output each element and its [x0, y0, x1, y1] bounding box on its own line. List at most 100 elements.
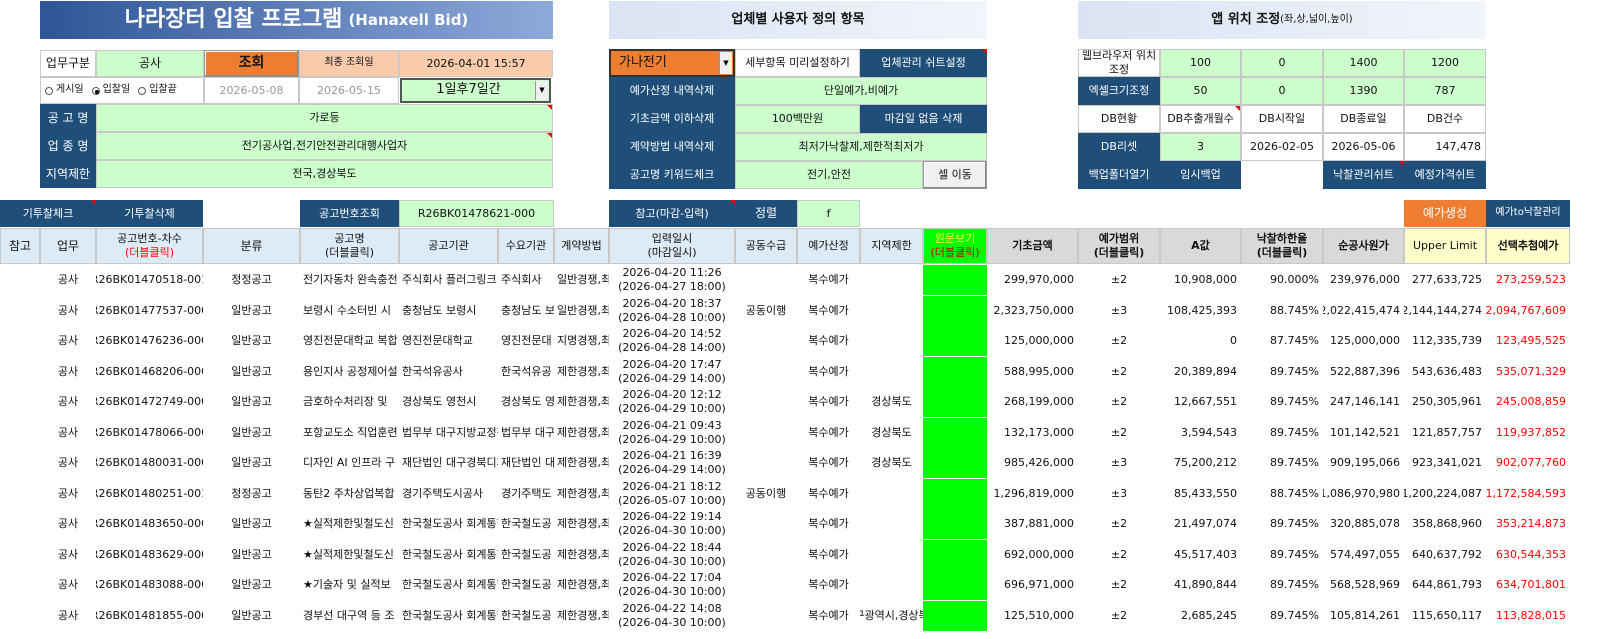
ref-deadline-button[interactable]: 참고(마감-입력): [609, 200, 735, 227]
table-row[interactable]: 공사 R26BK01476236-000 일반공고 영진전문대학교 복합 영진전문대학교…: [0, 326, 1600, 356]
cell-no[interactable]: R26BK01468206-000: [96, 357, 203, 387]
backup-folder-button[interactable]: 백업폴더열기: [1078, 161, 1160, 189]
table-row[interactable]: 공사 R26BK01483650-000 일반공고 ★실적제한및철도신 한국철도공사 회…: [0, 509, 1600, 539]
table-row[interactable]: 공사 R26BK01483629-000 일반공고 ★실적제한및철도신 한국철도공사 회…: [0, 539, 1600, 570]
cell-no[interactable]: R26BK01481855-000: [96, 601, 203, 631]
col-range[interactable]: 예가범위 (더블클릭): [1078, 228, 1160, 264]
cell-original-link[interactable]: [923, 295, 987, 326]
cell-no[interactable]: R26BK01480251-001: [96, 479, 203, 509]
chevron-down-icon[interactable]: ▼: [535, 81, 548, 100]
radio-bid-end[interactable]: 입찰끝: [138, 84, 177, 97]
cell-original-link[interactable]: [923, 265, 987, 295]
date-to-field[interactable]: 2026-05-15: [299, 77, 399, 104]
cell-name[interactable]: 전기자동차 완속충전: [300, 265, 399, 295]
cell-original-link[interactable]: [923, 387, 987, 417]
cell-no[interactable]: R26BK01470518-001: [96, 265, 203, 295]
cell-original-link[interactable]: [923, 509, 987, 539]
notice-search-field[interactable]: R26BK01478621-000: [399, 200, 554, 227]
cell-name[interactable]: 금호하수처리장 및: [300, 387, 399, 417]
cell-no[interactable]: R26BK01472749-000: [96, 387, 203, 417]
estimate-to-bid-button[interactable]: 예가to낙찰관리: [1486, 200, 1570, 227]
browser-width-field[interactable]: 1400: [1323, 49, 1404, 77]
browser-top-field[interactable]: 0: [1241, 49, 1323, 77]
table-row[interactable]: 공사 R26BK01480031-000 일반공고 디자인 AI 인프라 구 재단법인 …: [0, 448, 1600, 478]
industry-field[interactable]: 전기공사업,전기안전관리대행사업자: [96, 132, 553, 160]
col-notice-name[interactable]: 공고명 (더블클릭): [300, 228, 399, 264]
cell-name[interactable]: ★실적제한및철도신: [300, 540, 399, 570]
excel-top-field[interactable]: 0: [1241, 77, 1323, 105]
cell-no[interactable]: R26BK01476236-000: [96, 326, 203, 356]
cell-original-link[interactable]: [923, 570, 987, 600]
search-button[interactable]: 조회: [204, 50, 299, 77]
excel-height-field[interactable]: 787: [1404, 77, 1486, 105]
cell-deadline-datetime: (2026-05-07 10:00): [618, 493, 726, 507]
bid-delete-button[interactable]: 기투찰삭제: [96, 200, 203, 227]
cell-original-link[interactable]: [923, 417, 987, 448]
period-select[interactable]: 1일후7일간 ▼: [400, 78, 551, 103]
cell-deadline-datetime: (2026-04-30 10:00): [618, 585, 726, 598]
base-amount-field[interactable]: 100백만원: [735, 105, 860, 133]
cell-name[interactable]: 디자인 AI 인프라 구: [300, 448, 399, 478]
table-row[interactable]: 공사 R26BK01477537-000 일반공고 보령시 수소터빈 시 충청남도 보령…: [0, 295, 1600, 326]
estimate-generate-button[interactable]: 예가생성: [1404, 200, 1486, 227]
cell-joint: [735, 418, 797, 448]
bid-sheet-button[interactable]: 낙찰관리쉬트: [1323, 161, 1404, 189]
sort-field[interactable]: f: [797, 200, 860, 227]
period-value: 1일후7일간: [436, 82, 501, 98]
cell-original-link[interactable]: [923, 326, 987, 356]
col-original[interactable]: 원문보기 (더블클릭): [923, 228, 987, 264]
radio-bid-date[interactable]: 입찰일: [91, 84, 130, 97]
table-row[interactable]: 공사 R26BK01480251-001 정정공고 동탄2 주차상업복합 경기주택도시공…: [0, 478, 1600, 509]
cell-no[interactable]: R26BK01483650-000: [96, 509, 203, 539]
col-lower-rate[interactable]: 낙찰하한율 (더블클릭): [1241, 228, 1323, 264]
cell-no[interactable]: R26BK01480031-000: [96, 448, 203, 478]
excel-width-field[interactable]: 1390: [1323, 77, 1404, 105]
estimate-delete-field[interactable]: 단일예가,비예가: [735, 77, 987, 105]
region-field[interactable]: 전국,경상북도: [96, 160, 553, 188]
col-notice-no[interactable]: 공고번호-차수 (더블클릭): [96, 228, 203, 264]
table-row[interactable]: 공사 R26BK01472749-000 일반공고 금호하수처리장 및 경상북도 영천시…: [0, 387, 1600, 417]
db-months-field[interactable]: 3: [1160, 133, 1241, 161]
price-sheet-button[interactable]: 예정가격쉬트: [1404, 161, 1486, 189]
cell-name[interactable]: ★기술자 및 실적보: [300, 570, 399, 600]
cell-move-button[interactable]: 셀 이동: [923, 161, 987, 189]
browser-height-field[interactable]: 1200: [1404, 49, 1486, 77]
notice-name-field[interactable]: 가로등: [96, 104, 553, 132]
table-row[interactable]: 공사 R26BK01483088-000 일반공고 ★기술자 및 실적보 한국철도공사 …: [0, 570, 1600, 600]
table-row[interactable]: 공사 R26BK01478066-000 일반공고 포항교도소 직업훈련 법무부 대구지…: [0, 417, 1600, 448]
cell-name[interactable]: 동탄2 주차상업복합: [300, 479, 399, 509]
table-row[interactable]: 공사 R26BK01468206-000 일반공고 용인지사 공정제어설 한국석유공사 한…: [0, 356, 1600, 387]
company-select[interactable]: 가나전기 ▼: [609, 49, 735, 77]
cell-original-link[interactable]: [923, 478, 987, 509]
cell-original-link[interactable]: [923, 448, 987, 478]
work-type-value[interactable]: 공사: [96, 50, 204, 77]
keyword-field[interactable]: 전기,안전: [735, 161, 923, 189]
excel-left-field[interactable]: 50: [1160, 77, 1241, 105]
cell-no[interactable]: R26BK01483629-000: [96, 540, 203, 570]
db-reset-button[interactable]: DB리셋: [1078, 133, 1160, 161]
cell-name[interactable]: 용인지사 공정제어설: [300, 357, 399, 387]
company-sheet-button[interactable]: 업체관리 쉬트설정: [860, 49, 987, 77]
table-row[interactable]: 공사 R26BK01481855-000 일반공고 경부선 대구역 등 조 한국철도공사…: [0, 600, 1600, 631]
cell-no[interactable]: R26BK01478066-000: [96, 418, 203, 448]
cell-no[interactable]: R26BK01477537-000: [96, 296, 203, 326]
bid-check-button[interactable]: 기투찰체크: [0, 200, 96, 227]
no-deadline-delete-button[interactable]: 마감일 없음 삭제: [860, 105, 987, 133]
cell-original-link[interactable]: [923, 356, 987, 387]
temp-backup-button[interactable]: 임시백업: [1160, 161, 1241, 189]
cell-name[interactable]: 보령시 수소터빈 시: [300, 296, 399, 326]
cell-original-link[interactable]: [923, 539, 987, 570]
contract-delete-field[interactable]: 최저가낙찰제,제한적최저가: [735, 133, 987, 161]
cell-name[interactable]: 포항교도소 직업훈련: [300, 418, 399, 448]
cell-original-link[interactable]: [923, 600, 987, 631]
cell-name[interactable]: ★실적제한및철도신: [300, 509, 399, 539]
cell-name[interactable]: 영진전문대학교 복합: [300, 326, 399, 356]
chevron-down-icon[interactable]: ▼: [719, 52, 732, 74]
date-from-field[interactable]: 2026-05-08: [204, 77, 299, 104]
table-row[interactable]: 공사 R26BK01470518-001 정정공고 전기자동차 완속충전 주식회사 플러…: [0, 265, 1600, 295]
cell-no[interactable]: R26BK01483088-000: [96, 570, 203, 600]
sort-button[interactable]: 정렬: [735, 200, 797, 227]
radio-post-date[interactable]: 게시일: [45, 84, 84, 97]
browser-left-field[interactable]: 100: [1160, 49, 1241, 77]
cell-name[interactable]: 경부선 대구역 등 조: [300, 601, 399, 631]
